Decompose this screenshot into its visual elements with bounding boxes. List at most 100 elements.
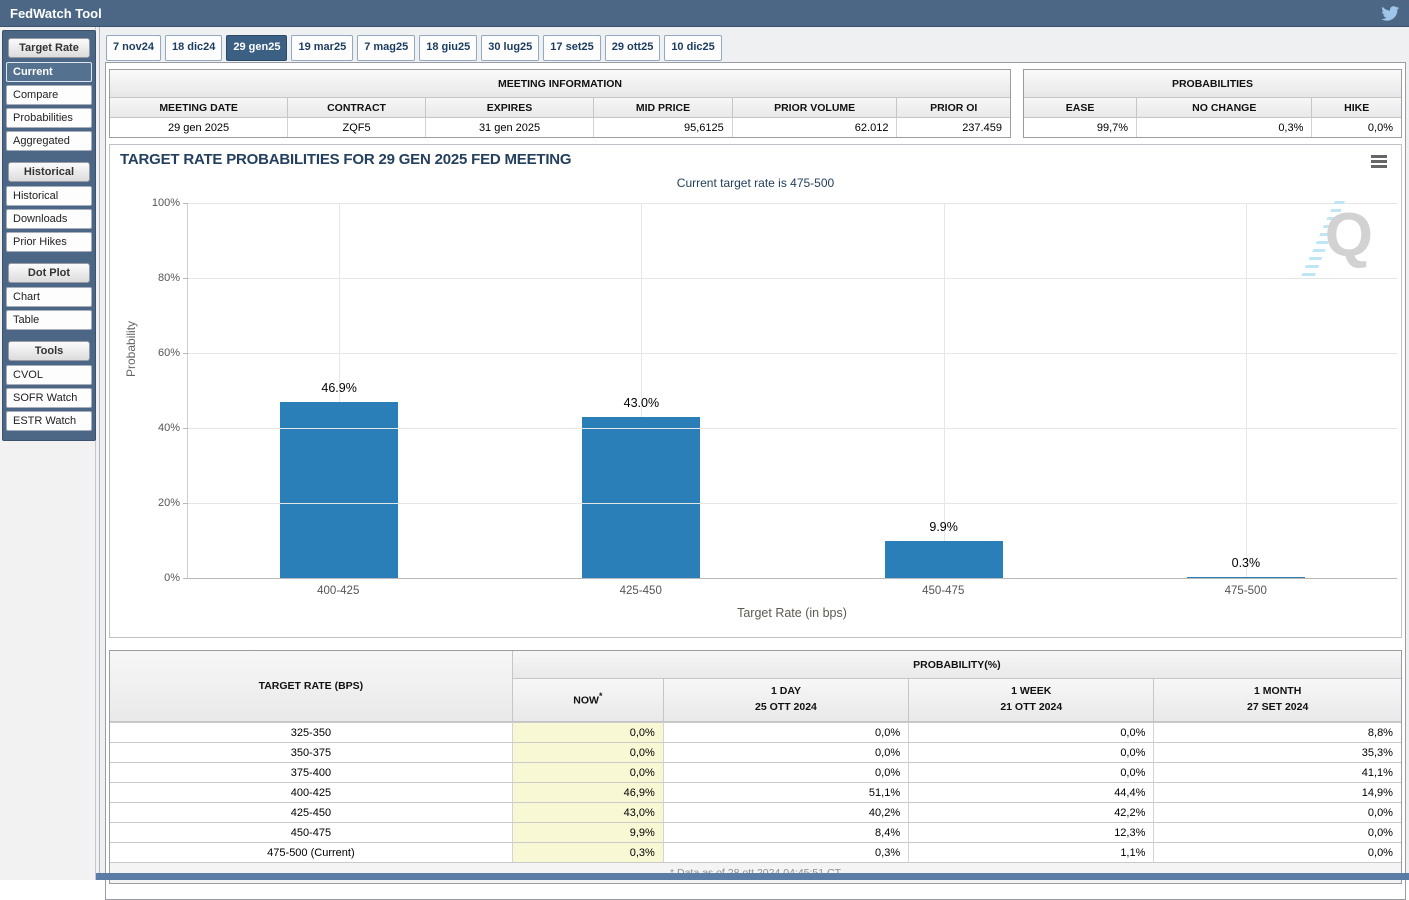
- content-frame: MEETING INFORMATION MEETING DATECONTRACT…: [105, 62, 1406, 900]
- sidebar-item-prior-hikes[interactable]: Prior Hikes: [6, 232, 92, 252]
- meeting-val-contract: ZQF5: [288, 118, 426, 137]
- cell-1week: 0,0%: [909, 742, 1154, 762]
- probability-detail-table: TARGET RATE (BPS) PROBABILITY(%) NOW* 1 …: [109, 650, 1402, 884]
- cell-1week: 12,3%: [909, 822, 1154, 842]
- bar-value-label: 9.9%: [929, 520, 958, 534]
- meeting-col-mid-price: MID PRICE: [594, 98, 733, 118]
- meeting-val-expires: 31 gen 2025: [426, 118, 594, 137]
- cell-1month: 14,9%: [1154, 782, 1401, 802]
- sidebar-item-current[interactable]: Current: [6, 62, 92, 82]
- table-row-400-425: 400-42546,9%51,1%44,4%14,9%: [110, 782, 1401, 802]
- chart-menu-icon[interactable]: [1371, 155, 1387, 170]
- cell-now: 0,0%: [513, 722, 664, 742]
- cell-1day: 40,2%: [664, 802, 909, 822]
- sidebar-item-aggregated[interactable]: Aggregated: [6, 131, 92, 151]
- meeting-col-prior-volume: PRIOR VOLUME: [733, 98, 898, 118]
- x-category-label-475-500: 475-500: [1095, 585, 1398, 597]
- cell-rate: 350-375: [110, 742, 513, 762]
- cell-1week: 44,4%: [909, 782, 1154, 802]
- watermark-q-letter: Q: [1325, 205, 1373, 267]
- quikstrike-watermark: Q: [1299, 197, 1373, 285]
- now-asterisk: *: [599, 691, 602, 701]
- date-tabs: 7 nov2418 dic2429 gen2519 mar257 mag2518…: [106, 35, 1405, 62]
- gridline-20: [188, 503, 1397, 504]
- sidebar-item-sofr-watch[interactable]: SOFR Watch: [6, 388, 92, 408]
- gridline-40: [188, 428, 1397, 429]
- meeting-val-prior-volume: 62.012: [733, 118, 898, 137]
- sidebar-group-historical: Historical: [8, 162, 90, 182]
- cell-1month: 0,0%: [1154, 842, 1401, 862]
- probability-table-grid: TARGET RATE (BPS) PROBABILITY(%) NOW* 1 …: [110, 651, 1401, 722]
- app-title: FedWatch Tool: [10, 6, 102, 21]
- sidebar-item-historical[interactable]: Historical: [6, 186, 92, 206]
- main-area: 7 nov2418 dic2429 gen2519 mar257 mag2518…: [100, 27, 1409, 880]
- meeting-val-prior-oi: 237.459: [897, 118, 1010, 137]
- tab-29-ott25[interactable]: 29 ott25: [605, 35, 661, 61]
- ytick-mark-40: [183, 428, 188, 429]
- tab-7-mag25[interactable]: 7 mag25: [357, 35, 415, 61]
- sidebar-item-downloads[interactable]: Downloads: [6, 209, 92, 229]
- probabilities-title: PROBABILITIES: [1024, 70, 1401, 98]
- bar-value-label: 43.0%: [624, 396, 659, 410]
- ytick-mark-80: [183, 278, 188, 279]
- bar-value-label: 46.9%: [321, 381, 356, 395]
- tab-19-mar25[interactable]: 19 mar25: [291, 35, 353, 61]
- prob-val-hike: 0,0%: [1312, 118, 1401, 137]
- tab-29-gen25[interactable]: 29 gen25: [226, 35, 287, 61]
- probabilities-values: 99,7%0,3%0,0%: [1024, 118, 1401, 137]
- tab-18-dic24[interactable]: 18 dic24: [165, 35, 222, 61]
- sidebar-item-table[interactable]: Table: [6, 310, 92, 330]
- cell-1month: 0,0%: [1154, 802, 1401, 822]
- chart-category-400-425: 46.9%: [188, 203, 490, 578]
- tab-30-lug25[interactable]: 30 lug25: [481, 35, 539, 61]
- prob-col-ease: EASE: [1024, 98, 1137, 118]
- day-column-header: 1 DAY 25 OTT 2024: [664, 679, 909, 722]
- target-rate-bps-header: TARGET RATE (BPS): [110, 651, 513, 722]
- probabilities-table: PROBABILITIES EASENO CHANGEHIKE 99,7%0,3…: [1023, 69, 1402, 138]
- cell-1day: 51,1%: [664, 782, 909, 802]
- sidebar-item-compare[interactable]: Compare: [6, 85, 92, 105]
- prob-col-hike: HIKE: [1312, 98, 1401, 118]
- cell-rate: 475-500 (Current): [110, 842, 513, 862]
- tab-7-nov24[interactable]: 7 nov24: [106, 35, 161, 61]
- sidebar-item-estr-watch[interactable]: ESTR Watch: [6, 411, 92, 431]
- cell-1month: 8,8%: [1154, 722, 1401, 742]
- meeting-val-meeting-date: 29 gen 2025: [110, 118, 288, 137]
- probability-table-body: 325-3500,0%0,0%0,0%8,8%350-3750,0%0,0%0,…: [110, 722, 1401, 862]
- meeting-info-columns: MEETING DATECONTRACTEXPIRESMID PRICEPRIO…: [110, 98, 1010, 118]
- app-header: FedWatch Tool: [0, 0, 1409, 27]
- week-column-header: 1 WEEK 21 OTT 2024: [909, 679, 1154, 722]
- sidebar: Target RateCurrentCompareProbabilitiesAg…: [0, 27, 100, 880]
- table-row-375-400: 375-4000,0%0,0%0,0%41,1%: [110, 762, 1401, 782]
- cell-now: 43,0%: [513, 802, 664, 822]
- meeting-col-meeting-date: MEETING DATE: [110, 98, 288, 118]
- sidebar-nav: Target RateCurrentCompareProbabilitiesAg…: [2, 30, 96, 441]
- bar-425-450[interactable]: [582, 417, 700, 578]
- meeting-col-contract: CONTRACT: [288, 98, 426, 118]
- bar-450-475[interactable]: [885, 541, 1003, 578]
- info-row: MEETING INFORMATION MEETING DATECONTRACT…: [109, 69, 1402, 138]
- meeting-col-expires: EXPIRES: [426, 98, 594, 118]
- y-axis-title: Probability: [124, 321, 138, 377]
- tab-17-set25[interactable]: 17 set25: [543, 35, 600, 61]
- cell-1month: 0,0%: [1154, 822, 1401, 842]
- cell-now: 9,9%: [513, 822, 664, 842]
- cell-rate: 400-425: [110, 782, 513, 802]
- sidebar-item-cvol[interactable]: CVOL: [6, 365, 92, 385]
- bottom-scroll-strip[interactable]: [96, 873, 1409, 880]
- twitter-icon[interactable]: [1381, 6, 1399, 21]
- cell-1month: 41,1%: [1154, 762, 1401, 782]
- ytick-label-60: 60%: [158, 347, 180, 359]
- tab-18-giu25[interactable]: 18 giu25: [419, 35, 477, 61]
- cell-rate: 425-450: [110, 802, 513, 822]
- sidebar-item-chart[interactable]: Chart: [6, 287, 92, 307]
- chart-subtitle: Current target rate is 475-500: [110, 176, 1401, 190]
- target-rate-chart: TARGET RATE PROBABILITIES FOR 29 GEN 202…: [109, 144, 1402, 638]
- cell-now: 0,0%: [513, 742, 664, 762]
- ytick-label-100: 100%: [152, 197, 180, 209]
- gridline-0: [188, 578, 1397, 579]
- cell-1week: 1,1%: [909, 842, 1154, 862]
- tab-10-dic25[interactable]: 10 dic25: [664, 35, 721, 61]
- sidebar-item-probabilities[interactable]: Probabilities: [6, 108, 92, 128]
- probability-group-header: PROBABILITY(%): [513, 651, 1401, 679]
